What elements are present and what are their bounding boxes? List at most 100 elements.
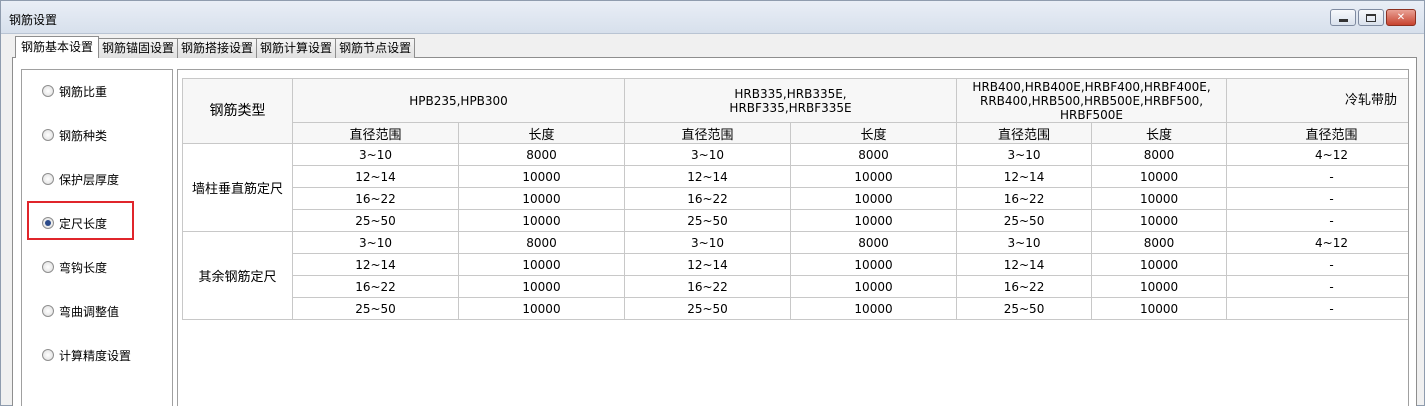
table-cell[interactable]: 25~50 <box>624 209 792 232</box>
table-cell[interactable]: 3~10 <box>292 231 459 254</box>
group-header: HPB235,HPB300 <box>291 78 626 123</box>
minimize-button[interactable] <box>1330 9 1356 26</box>
col-header: 长度 <box>1091 122 1228 144</box>
table-cell[interactable]: 10000 <box>457 275 626 298</box>
table-cell[interactable]: 25~50 <box>292 297 459 320</box>
radio-icon <box>42 129 54 141</box>
tab-lap-settings[interactable]: 钢筋搭接设置 <box>177 38 258 58</box>
table-cell[interactable]: 8000 <box>1091 231 1228 254</box>
table-cell[interactable]: 10000 <box>790 297 958 320</box>
table-cell[interactable]: 3~10 <box>624 231 792 254</box>
table-cell[interactable]: - <box>1226 275 1408 298</box>
table-cell[interactable]: 8000 <box>790 143 958 166</box>
table-row: 25~50 10000 25~50 10000 25~50 10000 - <box>183 209 1408 232</box>
table-cell[interactable]: 16~22 <box>624 275 792 298</box>
table-cell[interactable]: 10000 <box>1091 253 1228 276</box>
table-cell[interactable]: 10000 <box>790 275 958 298</box>
option-label: 钢筋种类 <box>59 128 108 143</box>
table-cell[interactable]: - <box>1226 187 1408 210</box>
table-cell[interactable]: 10000 <box>457 165 626 188</box>
group-header: HRB400,HRB400E,HRBF400,HRBF400E, RRB400,… <box>956 78 1228 123</box>
table-cell[interactable]: - <box>1226 165 1408 188</box>
table-cell[interactable]: 4~12 <box>1226 231 1408 254</box>
table-cell[interactable]: 10000 <box>790 253 958 276</box>
table-cell[interactable]: 8000 <box>457 231 626 254</box>
table-cell[interactable]: 25~50 <box>956 297 1093 320</box>
table-cell[interactable]: 3~10 <box>292 143 459 166</box>
col-header: 直径范围 <box>292 122 459 144</box>
table-cell[interactable]: 12~14 <box>292 165 459 188</box>
highlight-annotation <box>27 201 134 240</box>
table-cell[interactable]: 12~14 <box>624 253 792 276</box>
table-row: 其余钢筋定尺 3~10 8000 3~10 8000 3~10 8000 4~1… <box>182 231 1408 320</box>
table-cell[interactable]: 4~12 <box>1226 143 1408 166</box>
table-cell[interactable]: 10000 <box>790 165 958 188</box>
option-precision-settings[interactable]: 计算精度设置 <box>42 347 131 363</box>
table-cell[interactable]: - <box>1226 209 1408 232</box>
table-cell[interactable]: 10000 <box>457 253 626 276</box>
table-row: 墙柱垂直筋定尺 3~10 8000 3~10 8000 3~10 8000 4~… <box>182 143 1408 232</box>
table-cell[interactable]: 16~22 <box>292 275 459 298</box>
table-cell[interactable]: 3~10 <box>956 231 1093 254</box>
table-cell[interactable]: 10000 <box>457 297 626 320</box>
option-rebar-types[interactable]: 钢筋种类 <box>42 127 107 143</box>
option-label: 弯曲调整值 <box>59 304 120 319</box>
table-cell[interactable]: 10000 <box>790 187 958 210</box>
close-button[interactable]: ✕ <box>1386 9 1416 26</box>
table-cell[interactable]: 12~14 <box>292 253 459 276</box>
table-cell[interactable]: 12~14 <box>956 165 1093 188</box>
option-hook-length[interactable]: 弯钩长度 <box>42 259 107 275</box>
option-label: 钢筋比重 <box>59 84 108 99</box>
radio-icon <box>42 305 54 317</box>
tab-basic-settings[interactable]: 钢筋基本设置 <box>15 36 100 58</box>
table-cell[interactable]: 16~22 <box>292 187 459 210</box>
table-cell[interactable]: 10000 <box>457 187 626 210</box>
table-cell[interactable]: 8000 <box>790 231 958 254</box>
table-cell[interactable]: 10000 <box>1091 209 1228 232</box>
minimize-icon <box>1338 19 1348 22</box>
tab-calculation-settings[interactable]: 钢筋计算设置 <box>256 38 337 58</box>
row-group-label: 其余钢筋定尺 <box>182 231 293 320</box>
table-cell[interactable]: 16~22 <box>956 187 1093 210</box>
window-controls: ✕ <box>1330 9 1416 26</box>
fixed-length-table: 钢筋类型 HPB235,HPB300 HRB335,HRB335E, HRBF3… <box>182 78 1408 320</box>
option-steel-density[interactable]: 钢筋比重 <box>42 83 107 99</box>
table-cell[interactable]: 8000 <box>1091 143 1228 166</box>
table-row: 12~14 10000 12~14 10000 12~14 10000 - <box>183 165 1408 188</box>
option-label: 保护层厚度 <box>59 172 120 187</box>
table-cell[interactable]: 16~22 <box>624 187 792 210</box>
tab-node-settings[interactable]: 钢筋节点设置 <box>335 38 416 58</box>
option-cover-thickness[interactable]: 保护层厚度 <box>42 171 119 187</box>
table-cell[interactable]: 25~50 <box>624 297 792 320</box>
group-header: HRB335,HRB335E, HRBF335,HRBF335E <box>624 78 958 123</box>
title-bar[interactable]: 钢筋设置 ✕ <box>1 1 1424 34</box>
table-cell[interactable]: 16~22 <box>956 275 1093 298</box>
table-cell[interactable]: 10000 <box>1091 165 1228 188</box>
table-cell[interactable]: 12~14 <box>956 253 1093 276</box>
table-cell[interactable]: 25~50 <box>956 209 1093 232</box>
table-cell[interactable]: 10000 <box>1091 187 1228 210</box>
table-cell[interactable]: 12~14 <box>624 165 792 188</box>
option-label: 计算精度设置 <box>59 348 132 363</box>
table-cell[interactable]: 3~10 <box>956 143 1093 166</box>
table-cell[interactable]: 10000 <box>1091 297 1228 320</box>
tab-anchorage-settings[interactable]: 钢筋锚固设置 <box>98 38 179 58</box>
table-cell[interactable]: 10000 <box>457 209 626 232</box>
rebar-settings-window: 钢筋设置 ✕ 钢筋基本设置 钢筋锚固设置 钢筋搭接设置 钢筋计算设置 钢筋节点设… <box>0 0 1425 406</box>
table-cell[interactable]: 8000 <box>457 143 626 166</box>
table-cell[interactable]: 10000 <box>790 209 958 232</box>
row-group-label: 墙柱垂直筋定尺 <box>182 143 293 232</box>
window-title: 钢筋设置 <box>9 13 58 27</box>
option-bend-adjustment[interactable]: 弯曲调整值 <box>42 303 119 319</box>
table-cell[interactable]: - <box>1226 253 1408 276</box>
table-cell[interactable]: 10000 <box>1091 275 1228 298</box>
table-cell[interactable]: - <box>1226 297 1408 320</box>
table-cell[interactable]: 3~10 <box>624 143 792 166</box>
table-row: 25~50 10000 25~50 10000 25~50 10000 - <box>183 297 1408 320</box>
fixed-length-grid: 钢筋类型 HPB235,HPB300 HRB335,HRB335E, HRBF3… <box>177 69 1409 406</box>
maximize-button[interactable] <box>1358 9 1384 26</box>
table-row: 16~22 10000 16~22 10000 16~22 10000 - <box>183 275 1408 298</box>
table-cell[interactable]: 25~50 <box>292 209 459 232</box>
radio-icon <box>42 349 54 361</box>
col-header: 长度 <box>457 122 626 144</box>
